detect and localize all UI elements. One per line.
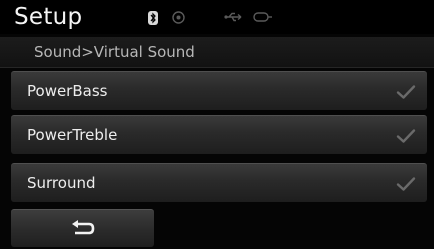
- back-button[interactable]: [11, 209, 154, 247]
- menu-item-label: PowerTreble: [27, 126, 118, 144]
- checkmark-icon: [396, 129, 416, 143]
- menu-item-label: PowerBass: [27, 82, 108, 100]
- page-title: Setup: [14, 4, 83, 30]
- checkmark-icon: [396, 85, 416, 99]
- menu-item-surround[interactable]: Surround: [11, 163, 427, 202]
- setup-screen: Setup Sound>Virtual Sound PowerBass Powe…: [0, 0, 434, 249]
- aux-icon: [253, 12, 272, 22]
- record-icon: [172, 11, 185, 24]
- menu-item-powerbass[interactable]: PowerBass: [11, 71, 427, 110]
- checkmark-icon: [396, 177, 416, 191]
- breadcrumb: Sound>Virtual Sound: [0, 37, 434, 68]
- menu-item-powertreble[interactable]: PowerTreble: [11, 115, 427, 154]
- usb-icon: [224, 12, 242, 22]
- bluetooth-icon: [148, 11, 158, 25]
- breadcrumb-text: Sound>Virtual Sound: [34, 43, 195, 61]
- status-bar: Setup: [0, 0, 434, 34]
- menu-item-label: Surround: [27, 174, 96, 192]
- back-arrow-icon: [72, 220, 95, 235]
